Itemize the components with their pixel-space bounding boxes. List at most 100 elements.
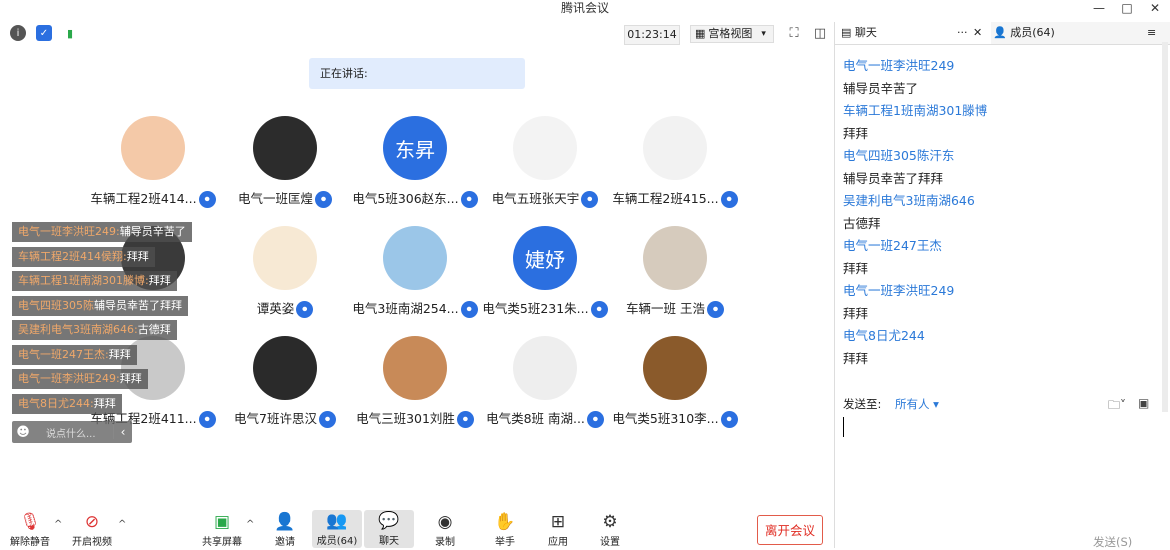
danmu-sender: 电气四班305陈 bbox=[18, 298, 94, 312]
mic-icon: ⏺ bbox=[720, 191, 738, 208]
tab-chat[interactable]: ▤ 聊天 ··· ✕ bbox=[835, 22, 991, 44]
mic-off-icon: 🎙 bbox=[19, 512, 41, 532]
danmu-message: 吴建利电气3班南湖646:古德拜 bbox=[12, 320, 177, 340]
danmu-message: 电气一班李洪旺249:拜拜 bbox=[12, 369, 148, 389]
window-title: 腾讯会议 bbox=[560, 1, 609, 15]
video-caret-icon[interactable]: ^ bbox=[118, 519, 126, 530]
danmu-text: 拜拜 bbox=[119, 372, 142, 385]
chat-icon: 💬 bbox=[378, 511, 400, 531]
close-icon[interactable]: ✕ bbox=[973, 22, 982, 44]
share-screen-button[interactable]: ▣ 共享屏幕 bbox=[197, 511, 247, 548]
chat-input-field[interactable] bbox=[843, 417, 844, 437]
avatar bbox=[383, 226, 447, 290]
more-icon[interactable]: ··· bbox=[957, 22, 968, 44]
signal-icon[interactable]: ▮ bbox=[62, 25, 78, 41]
view-switch-button[interactable]: ▦ 宫格视图 ▾ bbox=[690, 25, 774, 43]
hand-label: 举手 bbox=[495, 537, 515, 548]
participant-name-text: 电气类8班 南湖... bbox=[486, 411, 585, 426]
danmu-message: 电气四班305陈辅导员幸苦了拜拜 bbox=[12, 295, 188, 316]
minimize-button[interactable]: — bbox=[1092, 0, 1106, 16]
danmu-sender: 电气8日尤244: bbox=[18, 396, 94, 410]
chat-scrollbar[interactable] bbox=[1162, 42, 1168, 412]
meeting-timer: 01:23:14 bbox=[624, 25, 680, 45]
meeting-toolbar: 🎙 解除静音 ^ ⊘ 开启视频 ^ ▣ 共享屏幕 ^ 👤 邀请 👥 成员(64)… bbox=[0, 505, 834, 548]
folder-icon[interactable]: 🗀˅ bbox=[1108, 396, 1126, 417]
participant-name-text: 车辆工程2班414... bbox=[90, 191, 197, 206]
meeting-top-bar: i ✓ ▮ 01:23:14 ▦ 宫格视图 ▾ ⛶ ◫ bbox=[0, 22, 834, 46]
participant-name: 车辆工程2班415... ⏺ bbox=[605, 188, 745, 208]
chat-button[interactable]: 💬 聊天 bbox=[364, 510, 414, 548]
chat-sidebar: ▤ 聊天 ··· ✕ 👤 成员(64) ≡ 电气一班李洪旺249 辅导员辛苦了 车辆… bbox=[835, 22, 1170, 549]
danmu-input-placeholder[interactable]: 说点什么... bbox=[34, 425, 113, 440]
chat-sender: 电气四班305陈汗东 bbox=[843, 148, 955, 163]
danmu-text: 拜拜 bbox=[126, 249, 149, 263]
sidebar-toggle-icon[interactable]: ◫ bbox=[811, 25, 829, 43]
danmu-sender: 车辆工程2班414侯翔: bbox=[18, 249, 127, 263]
video-button[interactable]: ⊘ 开启视频 bbox=[67, 511, 117, 548]
danmu-input-bar[interactable]: ☻ 说点什么... ‹ bbox=[12, 421, 132, 443]
tab-members[interactable]: 👤 成员(64) bbox=[987, 22, 1143, 44]
video-label: 开启视频 bbox=[72, 537, 112, 548]
members-tab-label: 成员(64) bbox=[1010, 26, 1055, 39]
participant-name: 电气类5班231朱... ⏺ bbox=[475, 298, 615, 318]
maximize-button[interactable]: □ bbox=[1120, 0, 1134, 16]
leave-meeting-button[interactable]: 离开会议 bbox=[757, 515, 823, 545]
share-screen-icon: ▣ bbox=[213, 512, 231, 532]
apps-label: 应用 bbox=[548, 537, 568, 548]
mute-caret-icon[interactable]: ^ bbox=[54, 519, 62, 530]
hand-icon: ✋ bbox=[494, 512, 516, 532]
chat-message: 拜拜 bbox=[843, 350, 869, 366]
record-button[interactable]: ◉ 录制 bbox=[420, 511, 470, 548]
speaking-indicator: 正在讲话: bbox=[309, 58, 525, 89]
invite-icon: 👤 bbox=[274, 512, 296, 532]
invite-label: 邀请 bbox=[275, 537, 295, 548]
apps-icon: ⊞ bbox=[550, 512, 566, 532]
invite-button[interactable]: 👤 邀请 bbox=[260, 511, 310, 548]
sidebar-tabs: ▤ 聊天 ··· ✕ 👤 成员(64) ≡ bbox=[835, 22, 1170, 45]
close-window-button[interactable]: ✕ bbox=[1148, 0, 1162, 16]
participant-name-text: 电气3班南湖254... bbox=[352, 301, 459, 316]
chat-tab-icon: ▤ bbox=[841, 26, 852, 39]
participant-name-text: 电气一班匡煌 bbox=[237, 191, 313, 206]
participant-name: 电气五班张天宇 ⏺ bbox=[475, 188, 615, 208]
mic-icon: ⏺ bbox=[720, 411, 738, 428]
participant-name-text: 电气7班许思汉 bbox=[234, 411, 317, 426]
mic-icon: ⏺ bbox=[706, 301, 724, 318]
danmu-message: 车辆工程2班414侯翔:拜拜 bbox=[12, 246, 155, 267]
participant-name-text: 电气5班306赵东... bbox=[352, 191, 459, 206]
sidebar-menu-icon[interactable]: ≡ bbox=[1141, 22, 1170, 44]
mute-button[interactable]: 🎙 解除静音 bbox=[5, 511, 55, 548]
fullscreen-icon[interactable]: ⛶ bbox=[785, 25, 803, 43]
chat-message: 古德拜 bbox=[843, 215, 881, 231]
participant-name: 电气类5班310李... ⏺ bbox=[605, 408, 745, 428]
danmu-message: 电气8日尤244:拜拜 bbox=[12, 393, 122, 414]
avatar bbox=[383, 336, 447, 400]
chat-sender: 吴建利电气3班南湖646 bbox=[843, 193, 975, 208]
avatar bbox=[513, 116, 577, 180]
view-label: 宫格视图 bbox=[708, 27, 753, 40]
chat-message: 辅导员辛苦了 bbox=[843, 80, 919, 96]
chat-label: 聊天 bbox=[379, 536, 399, 547]
send-to-dropdown[interactable]: 所有人 ▾ bbox=[895, 397, 939, 411]
collapse-arrow-icon[interactable]: ‹ bbox=[113, 425, 132, 439]
settings-label: 设置 bbox=[600, 537, 620, 548]
shield-icon[interactable]: ✓ bbox=[36, 25, 52, 41]
participant-name-text: 电气类5班231朱... bbox=[482, 301, 589, 316]
participant-name: 电气三班301刘胜 ⏺ bbox=[345, 408, 485, 428]
info-icon[interactable]: i bbox=[10, 25, 26, 41]
gear-icon: ⚙ bbox=[602, 512, 618, 532]
chat-sender: 电气一班李洪旺249 bbox=[843, 283, 955, 298]
participant-name-text: 电气三班301刘胜 bbox=[356, 411, 455, 426]
avatar: 婕妤 bbox=[513, 226, 577, 290]
share-caret-icon[interactable]: ^ bbox=[246, 519, 254, 530]
emoji-icon[interactable]: ☻ bbox=[12, 425, 34, 440]
screenshot-icon[interactable]: ▣ bbox=[1138, 396, 1149, 410]
chat-message: 拜拜 bbox=[843, 305, 869, 321]
raise-hand-button[interactable]: ✋ 举手 bbox=[480, 511, 530, 548]
danmu-text: 拜拜 bbox=[108, 347, 131, 361]
apps-button[interactable]: ⊞ 应用 bbox=[533, 511, 583, 548]
danmu-text: 辅导员幸苦了拜拜 bbox=[94, 298, 182, 312]
settings-button[interactable]: ⚙ 设置 bbox=[585, 511, 635, 548]
mic-icon: ⏺ bbox=[581, 191, 599, 208]
members-button[interactable]: 👥 成员(64) bbox=[312, 510, 362, 548]
